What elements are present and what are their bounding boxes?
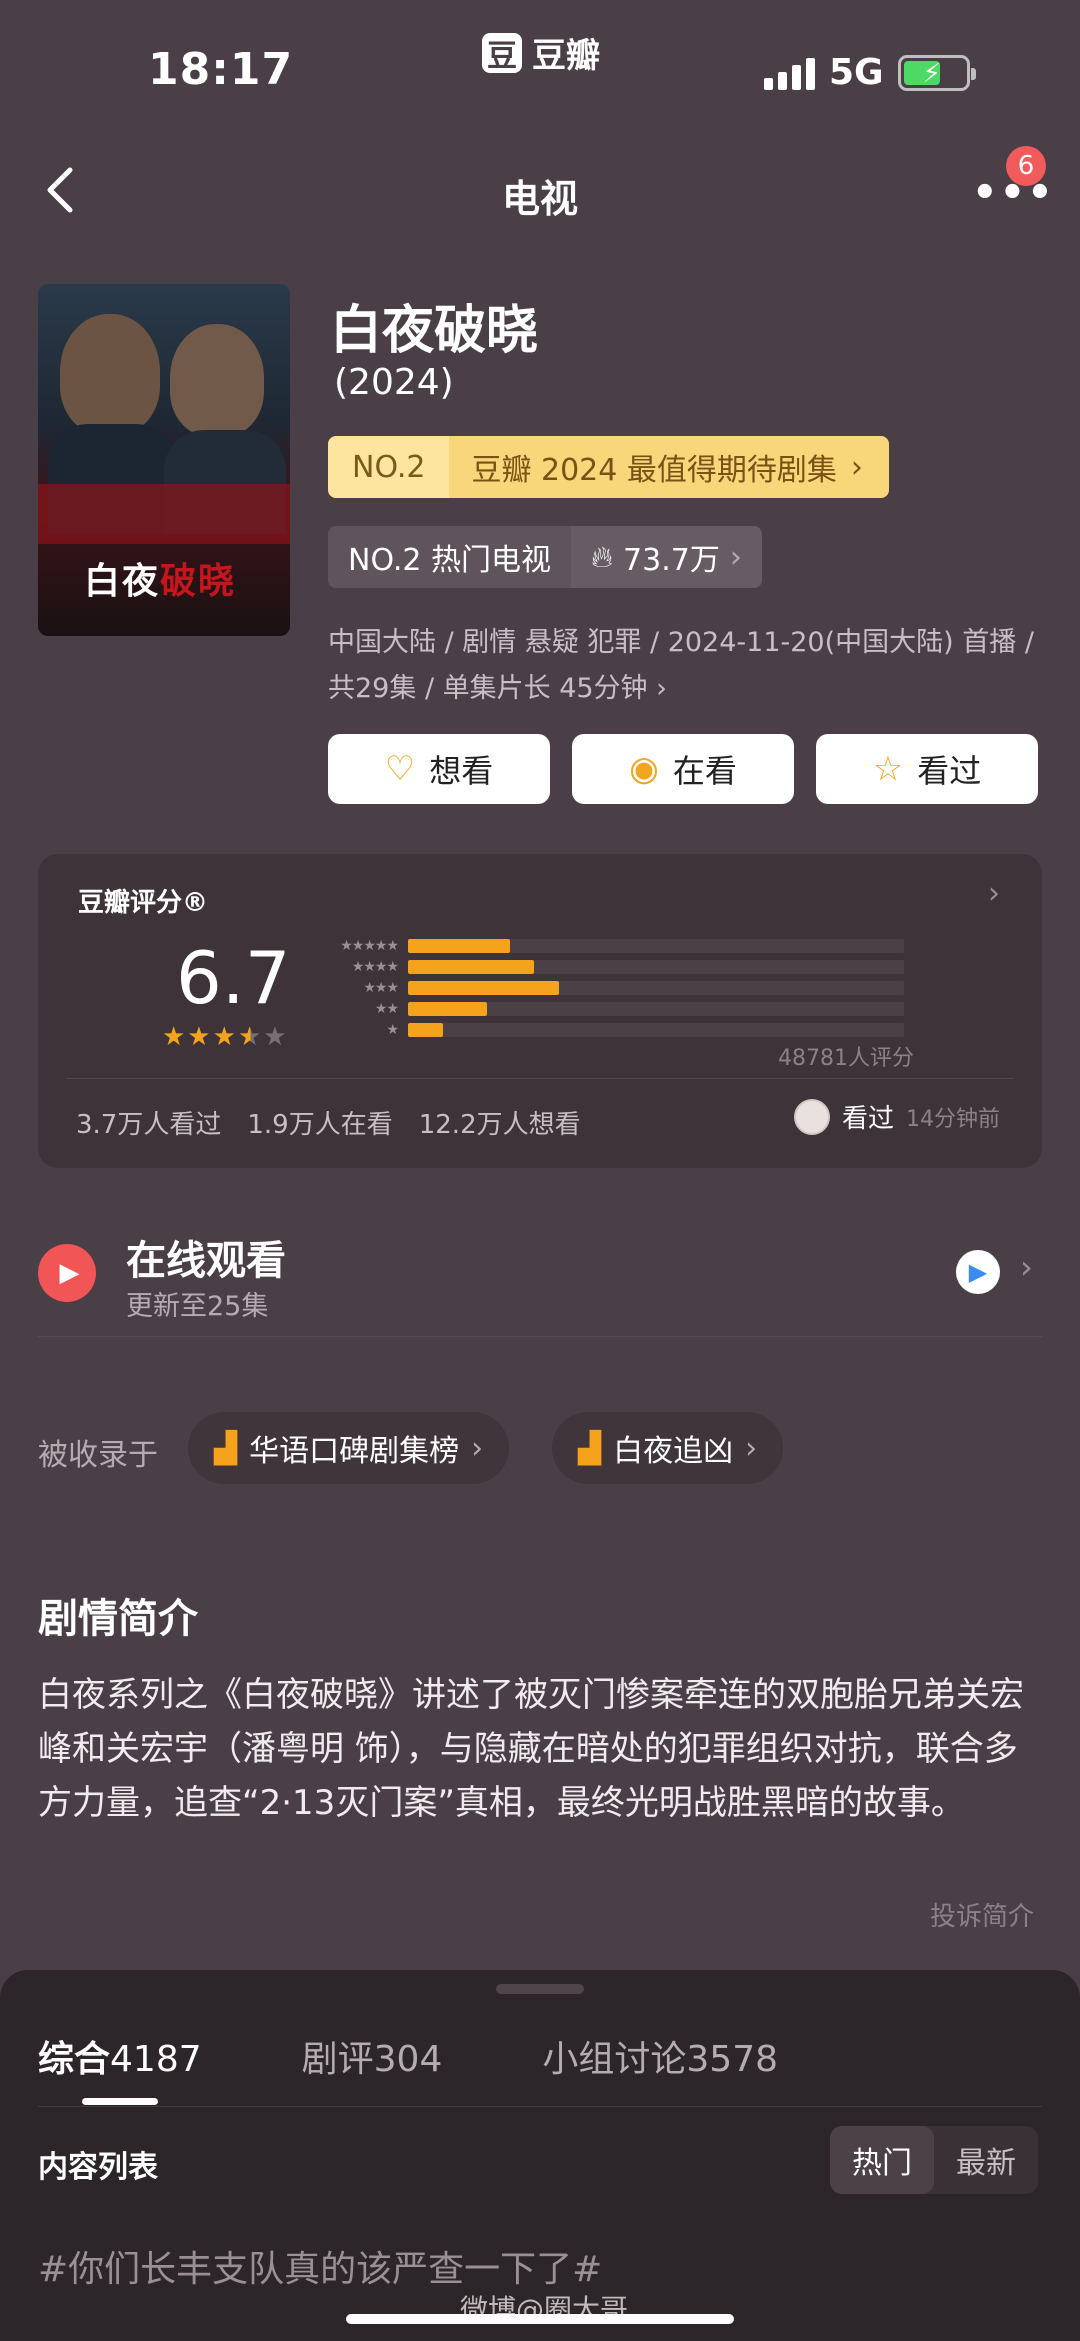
tab-reviews[interactable]: 剧评304 <box>302 2030 443 2082</box>
user-watch-status[interactable]: 看过 14分钟前 <box>794 1098 1000 1135</box>
rating-card[interactable]: 豆瓣评分® › 6.7 ★★★★★ ★★★★★ ★★★★ ★★★ ★★ ★ 48… <box>38 854 1042 1168</box>
content-tabs: 综合4187 剧评304 小组讨论3578 <box>38 2030 778 2082</box>
douban-logo-icon: 豆 <box>482 32 522 74</box>
network-type: 5G <box>829 52 884 93</box>
collections-label: 被收录于 <box>38 1438 158 1473</box>
chevron-right-icon: › <box>729 539 742 575</box>
chevron-right-icon: › <box>745 1430 758 1466</box>
watched-button[interactable]: ☆ 看过 <box>816 734 1038 804</box>
rank-number: NO.2 <box>328 436 450 498</box>
status-app-name: 豆瓣 <box>532 36 600 76</box>
online-watch-title: 在线观看 <box>126 1238 286 1284</box>
sheet-handle[interactable] <box>496 1984 584 1994</box>
show-meta[interactable]: 中国大陆 / 剧情 悬疑 犯罪 / 2024-11-20(中国大陆) 首播 / … <box>328 620 1048 712</box>
rating-label: 豆瓣评分® <box>78 888 209 918</box>
dist-bar-5 <box>408 938 510 953</box>
report-synopsis-link[interactable]: 投诉简介 <box>930 1896 1034 1933</box>
ranking-icon: ▟ <box>214 1430 238 1466</box>
tab-overall[interactable]: 综合4187 <box>38 2030 202 2082</box>
collection-chip-1[interactable]: ▟ 华语口碑剧集榜 › <box>188 1412 510 1484</box>
battery-icon: ⚡ <box>897 54 976 91</box>
signal-icon <box>764 56 815 90</box>
divider <box>38 2106 1042 2107</box>
rank-text: 豆瓣 2024 最值得期待剧集 › <box>449 436 889 498</box>
divider <box>66 1078 1014 1079</box>
chevron-right-icon: › <box>1020 1248 1033 1286</box>
hot-value: 🔥︎ 73.7万 › <box>571 526 762 588</box>
watch-stats: 3.7万人看过 1.9万人在看 12.2万人想看 <box>76 1110 581 1140</box>
show-poster[interactable]: 白夜破晓 <box>38 284 290 636</box>
play-icon: ▶ <box>38 1244 96 1302</box>
tab-indicator <box>82 2098 158 2105</box>
target-icon: ◉ <box>629 749 659 789</box>
ranking-icon: ▟ <box>578 1430 602 1466</box>
dist-bar-1 <box>408 1022 443 1037</box>
streaming-provider-icon: ▶ <box>956 1250 1000 1294</box>
show-year: (2024) <box>334 362 454 403</box>
show-title: 白夜破晓 <box>330 301 539 361</box>
status-time: 18:17 <box>148 44 294 95</box>
rating-count: 48781人评分 <box>778 1046 914 1071</box>
status-app-indicator: 豆 豆瓣 <box>482 28 600 77</box>
status-indicators: 5G ⚡ <box>764 52 976 93</box>
rating-distribution: ★★★★★ ★★★★ ★★★ ★★ ★ <box>324 936 904 1041</box>
chevron-right-icon: › <box>471 1430 484 1466</box>
sort-toggle: 热门 最新 <box>830 2126 1038 2194</box>
avatar <box>794 1098 830 1135</box>
divider <box>38 1336 1042 1337</box>
home-indicator[interactable] <box>346 2314 734 2324</box>
bottom-sheet: 综合4187 剧评304 小组讨论3578 内容列表 热门 最新 #你们长丰支队… <box>0 1970 1080 2341</box>
dist-bar-3 <box>408 980 560 995</box>
dist-bar-4 <box>408 959 535 974</box>
rating-stars: ★★★★★ <box>162 1022 289 1052</box>
page-title: 电视 <box>501 177 578 221</box>
collection-chip-2[interactable]: ▟ 白夜追凶 › <box>552 1412 784 1484</box>
rating-score: 6.7 <box>176 936 291 1020</box>
heart-plus-icon: ♡ <box>384 749 416 789</box>
post-preview[interactable]: #你们长丰支队真的该严查一下了# <box>38 2240 602 2292</box>
sort-new-button[interactable]: 最新 <box>934 2126 1038 2194</box>
want-to-watch-button[interactable]: ♡ 想看 <box>328 734 550 804</box>
chevron-right-icon: › <box>850 449 863 485</box>
hot-rank-text: NO.2 热门电视 <box>328 526 571 588</box>
content-list-label: 内容列表 <box>38 2150 158 2185</box>
watching-button[interactable]: ◉ 在看 <box>572 734 794 804</box>
synopsis-text: 白夜系列之《白夜破晓》讲述了被灭门惨案牵连的双胞胎兄弟关宏峰和关宏宇（潘粤明 饰… <box>38 1675 1024 1823</box>
dist-bar-2 <box>408 1001 488 1016</box>
synopsis-title: 剧情简介 <box>38 1596 198 1642</box>
online-watch-subtitle: 更新至25集 <box>126 1291 269 1322</box>
star-outline-icon: ☆ <box>872 749 904 789</box>
sort-hot-button[interactable]: 热门 <box>830 2126 934 2194</box>
action-buttons: ♡ 想看 ◉ 在看 ☆ 看过 <box>328 734 1038 804</box>
tab-group-discussion[interactable]: 小组讨论3578 <box>542 2030 778 2082</box>
ranking-badge[interactable]: NO.2 豆瓣 2024 最值得期待剧集 › <box>328 436 889 498</box>
chevron-right-icon: › <box>988 876 1000 911</box>
online-watch-row[interactable]: ▶ 在线观看 更新至25集 ▶ › <box>38 1228 1042 1338</box>
hot-ranking-badge[interactable]: NO.2 热门电视 🔥︎ 73.7万 › <box>328 526 762 588</box>
poster-title: 白夜破晓 <box>84 561 237 602</box>
flame-icon: 🔥︎ <box>591 539 614 575</box>
notification-badge: 6 <box>1006 146 1046 186</box>
